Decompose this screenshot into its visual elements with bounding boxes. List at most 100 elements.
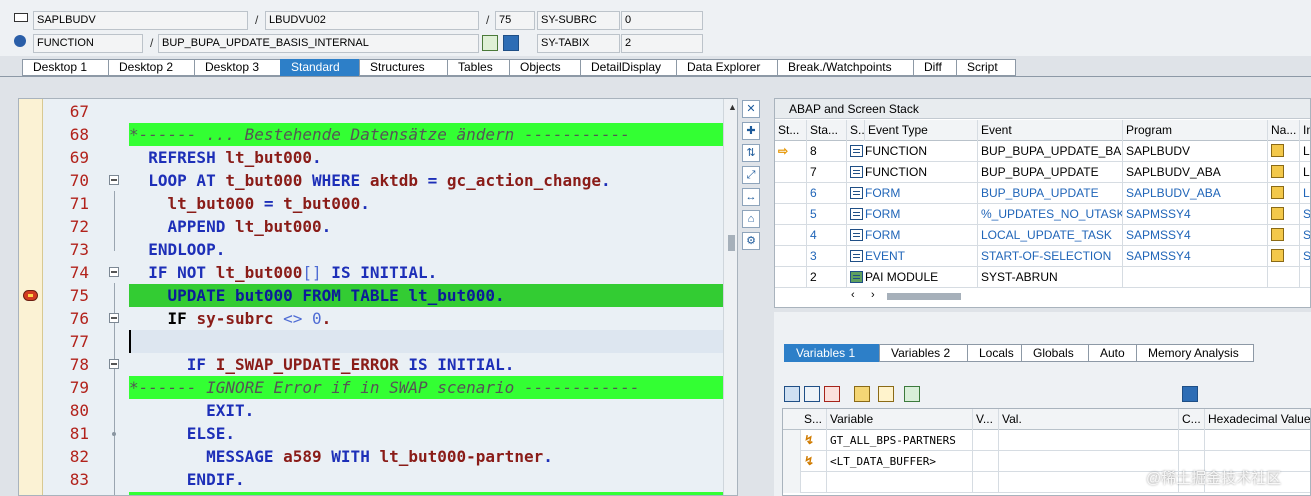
swap-tool-icon[interactable]: ⇅ bbox=[742, 144, 760, 162]
navigate-icon[interactable] bbox=[1271, 249, 1284, 262]
tab-variables-2[interactable]: Variables 2 bbox=[879, 344, 967, 362]
table-row[interactable]: ⇨ 8 FUNCTION BUP_BUPA_UPDATE_BA... SAPLB… bbox=[775, 141, 1310, 162]
column-header[interactable]: Na... bbox=[1268, 120, 1300, 141]
code-line-78[interactable]: 78 IF I_SWAP_UPDATE_ERROR IS INITIAL. bbox=[19, 353, 737, 376]
column-header[interactable]: Event bbox=[978, 120, 1123, 141]
navigate-cell[interactable] bbox=[1268, 204, 1300, 225]
program-name[interactable]: SAPLBUDV bbox=[1123, 141, 1268, 162]
delete-icon[interactable] bbox=[784, 386, 800, 402]
scrollbar-thumb[interactable] bbox=[887, 293, 961, 300]
code-line-77[interactable]: 77 bbox=[19, 330, 737, 353]
row-selector[interactable] bbox=[783, 472, 801, 493]
breakpoint-icon[interactable] bbox=[23, 290, 38, 301]
tab-breakpoints-watchpoints[interactable]: Break./Watchpoints bbox=[777, 59, 913, 76]
event-field[interactable]: BUP_BUPA_UPDATE_BASIS_INTERNAL bbox=[158, 34, 479, 53]
column-header[interactable]: Event Type bbox=[865, 120, 978, 141]
code-line-79[interactable]: 79 *------ IGNORE Error if in SWAP scena… bbox=[19, 376, 737, 399]
stack-level[interactable]: 3 bbox=[807, 246, 847, 267]
event-type-cell[interactable]: FORM bbox=[847, 204, 978, 225]
variable-name[interactable]: <LT_DATA_BUFFER> bbox=[827, 451, 973, 472]
export-icon[interactable] bbox=[878, 386, 894, 402]
structure-cell[interactable]: ↯ bbox=[801, 451, 827, 472]
import-icon[interactable] bbox=[854, 386, 870, 402]
row-selector[interactable] bbox=[783, 430, 801, 451]
services-tool-icon[interactable]: ⌂ bbox=[742, 210, 760, 228]
code-line-82[interactable]: 82 MESSAGE a589 WITH lt_but000-partner. bbox=[19, 445, 737, 468]
code-line-81[interactable]: 81 ELSE. bbox=[19, 422, 737, 445]
scroll-left-icon[interactable]: ‹ bbox=[851, 289, 855, 301]
collapse-block-icon[interactable] bbox=[109, 313, 119, 323]
include-name[interactable]: SA bbox=[1300, 246, 1310, 267]
tab-detail-display[interactable]: DetailDisplay bbox=[580, 59, 676, 76]
stack-horizontal-scrollbar[interactable]: ‹ › bbox=[847, 289, 1037, 303]
tab-standard[interactable]: Standard bbox=[280, 59, 359, 76]
tab-desktop-3[interactable]: Desktop 3 bbox=[194, 59, 280, 76]
navigate-icon[interactable] bbox=[1271, 144, 1284, 157]
save-icon[interactable] bbox=[1182, 386, 1198, 402]
column-header[interactable]: Sta... bbox=[807, 120, 847, 141]
tab-memory-analysis[interactable]: Memory Analysis bbox=[1136, 344, 1254, 362]
include-field[interactable]: LBUDVU02 bbox=[265, 11, 479, 30]
scroll-up-icon[interactable]: ▲ bbox=[728, 102, 737, 112]
tab-globals[interactable]: Globals bbox=[1021, 344, 1088, 362]
close-tool-icon[interactable]: ✕ bbox=[742, 100, 760, 118]
table-row[interactable]: 4 FORM LOCAL_UPDATE_TASK SAPMSSY4 SA bbox=[775, 225, 1310, 246]
variable-value[interactable] bbox=[999, 430, 1179, 451]
structure-cell[interactable]: ↯ bbox=[801, 430, 827, 451]
event-name[interactable]: LOCAL_UPDATE_TASK bbox=[978, 225, 1123, 246]
stack-level[interactable]: 4 bbox=[807, 225, 847, 246]
layout-icon[interactable] bbox=[904, 386, 920, 402]
tab-tables[interactable]: Tables bbox=[447, 59, 509, 76]
code-line-69[interactable]: 69 REFRESH lt_but000. bbox=[19, 146, 737, 169]
code-line-76[interactable]: 76 IF sy-subrc <> 0. bbox=[19, 307, 737, 330]
code-line-67[interactable]: 67 bbox=[19, 100, 737, 123]
column-header[interactable]: V... bbox=[973, 409, 999, 430]
column-header[interactable]: Hexadecimal Value bbox=[1205, 409, 1310, 430]
code-line-73[interactable]: 73 ENDLOOP. bbox=[19, 238, 737, 261]
maximize-tool-icon[interactable]: ⤢ bbox=[742, 166, 760, 184]
column-header[interactable]: C... bbox=[1179, 409, 1205, 430]
event-type-cell[interactable]: FORM bbox=[847, 183, 978, 204]
event-type-cell[interactable]: EVENT bbox=[847, 246, 978, 267]
navigate-icon[interactable] bbox=[1271, 186, 1284, 199]
program-field[interactable]: SAPLBUDV bbox=[33, 11, 248, 30]
scroll-right-icon[interactable]: › bbox=[871, 289, 875, 301]
tab-objects[interactable]: Objects bbox=[509, 59, 580, 76]
line-field[interactable]: 75 bbox=[495, 11, 535, 30]
navigate-cell[interactable] bbox=[1268, 141, 1300, 162]
sy-tabix-value[interactable]: 2 bbox=[621, 34, 703, 53]
event-name[interactable]: START-OF-SELECTION bbox=[978, 246, 1123, 267]
tab-structures[interactable]: Structures bbox=[359, 59, 447, 76]
navigate-icon[interactable] bbox=[1271, 165, 1284, 178]
column-header[interactable]: Program bbox=[1123, 120, 1268, 141]
column-header[interactable]: S... bbox=[801, 409, 827, 430]
table-row[interactable]: 6 FORM BUP_BUPA_UPDATE SAPLBUDV_ABA LE bbox=[775, 183, 1310, 204]
code-line-74[interactable]: 74 IF NOT lt_but000[] IS INITIAL. bbox=[19, 261, 737, 284]
code-line-70[interactable]: 70 LOOP AT t_but000 WHERE aktdb = gc_act… bbox=[19, 169, 737, 192]
new-tool-icon[interactable]: ✚ bbox=[742, 122, 760, 140]
program-name[interactable]: SAPMSSY4 bbox=[1123, 225, 1268, 246]
table-row[interactable]: ↯ GT_ALL_BPS-PARTNERS bbox=[783, 430, 1310, 451]
stack-level[interactable]: 6 bbox=[807, 183, 847, 204]
settings-tool-icon[interactable]: ⚙ bbox=[742, 232, 760, 250]
stack-level[interactable]: 5 bbox=[807, 204, 847, 225]
event-type-field[interactable]: FUNCTION bbox=[33, 34, 143, 53]
event-name[interactable]: BUP_BUPA_UPDATE bbox=[978, 162, 1123, 183]
tab-auto[interactable]: Auto bbox=[1088, 344, 1136, 362]
navigate-icon[interactable] bbox=[1271, 228, 1284, 241]
variable-name[interactable] bbox=[827, 472, 973, 493]
variable-type-icon[interactable]: ↯ bbox=[804, 430, 814, 451]
variable-name[interactable]: GT_ALL_BPS-PARTNERS bbox=[827, 430, 973, 451]
column-header[interactable]: Val. bbox=[999, 409, 1179, 430]
table-row[interactable]: 7 FUNCTION BUP_BUPA_UPDATE SAPLBUDV_ABA … bbox=[775, 162, 1310, 183]
code-line-75[interactable]: 75 UPDATE but000 FROM TABLE lt_but000. bbox=[19, 284, 737, 307]
column-header[interactable]: St... bbox=[775, 120, 807, 141]
table-row[interactable]: 2 PAI MODULE SYST-ABRUN bbox=[775, 267, 1310, 288]
collapse-block-icon[interactable] bbox=[109, 175, 119, 185]
program-name[interactable]: SAPLBUDV_ABA bbox=[1123, 162, 1268, 183]
remove-row-icon[interactable] bbox=[824, 386, 840, 402]
navigate-cell[interactable] bbox=[1268, 162, 1300, 183]
tab-script[interactable]: Script bbox=[956, 59, 1016, 76]
navigate-cell[interactable] bbox=[1268, 225, 1300, 246]
tab-variables-1[interactable]: Variables 1 bbox=[784, 344, 879, 362]
